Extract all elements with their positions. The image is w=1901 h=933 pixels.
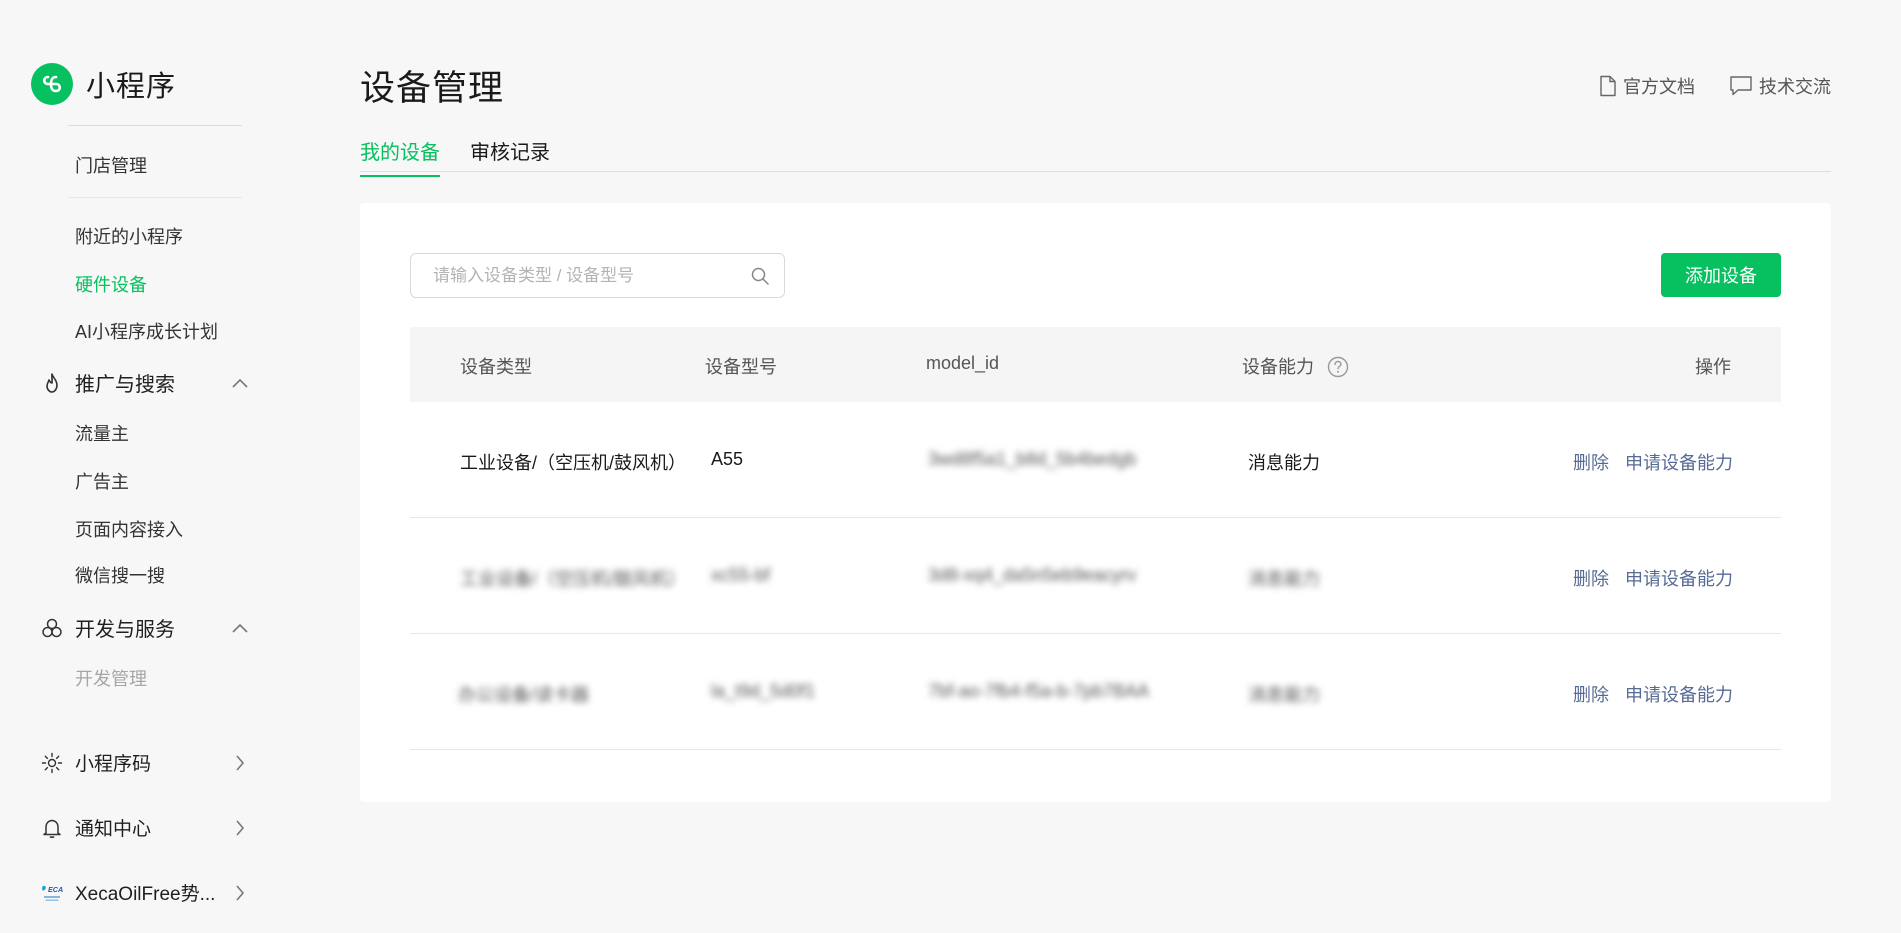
- header-links: 官方文档 技术交流: [1599, 73, 1831, 99]
- cell-device-type: 工业设备/（空压机/鼓风机）: [460, 453, 687, 473]
- delete-button[interactable]: 删除: [1573, 681, 1609, 707]
- column-header-type: 设备类型: [460, 357, 532, 377]
- chevron-up-icon: [230, 373, 250, 393]
- sidebar-item-label: 小程序码: [75, 754, 152, 775]
- apply-ability-button[interactable]: 申请设备能力: [1625, 449, 1733, 475]
- sidebar-item-ai-growth-plan[interactable]: AI小程序成长计划: [75, 318, 218, 344]
- tech-exchange-label: 技术交流: [1759, 77, 1831, 97]
- divider: [68, 197, 242, 198]
- sidebar-group-label: 推广与搜索: [75, 374, 175, 396]
- tab-bar: 我的设备 审核记录: [360, 136, 1831, 177]
- official-docs-label: 官方文档: [1623, 77, 1695, 97]
- cell-device-model: la_t9d_5d0f1: [711, 681, 816, 701]
- help-icon[interactable]: [1327, 356, 1349, 378]
- search-box: [410, 253, 785, 298]
- cell-model-id: 7bf-ao-7fb4-f5a-b-7pb7BAA: [928, 681, 1150, 701]
- cell-device-type: 工业设备/（空压机/鼓风机）: [460, 569, 687, 589]
- table-row: 工业设备/（空压机/鼓风机） A55 3wd8f5a1_b8d_5b4bedgb…: [410, 402, 1781, 518]
- column-header-model-id: model_id: [926, 353, 1000, 373]
- sidebar-group-label: 开发与服务: [75, 619, 175, 641]
- apply-ability-button[interactable]: 申请设备能力: [1625, 681, 1733, 707]
- chevron-right-icon: [230, 818, 250, 838]
- flame-icon: [40, 371, 64, 395]
- column-header-ability-label: 设备能力: [1242, 357, 1314, 377]
- chevron-up-icon: [230, 618, 250, 638]
- cell-model-id: 3d8-xq4_da5n5eb9eacyrv: [928, 565, 1137, 585]
- chevron-right-icon: [230, 883, 250, 903]
- page-title: 设备管理: [360, 69, 505, 108]
- document-icon: [1600, 75, 1616, 97]
- cell-device-ability: 消息能力: [1248, 685, 1320, 705]
- table-header: 设备类型 设备型号 model_id 设备能力 操作: [410, 327, 1781, 402]
- divider: [68, 125, 242, 126]
- sidebar: 小程序 门店管理 附近的小程序 硬件设备 AI小程序成长计划 推广与搜索 流量主…: [0, 0, 300, 933]
- cell-device-ability: 消息能力: [1248, 569, 1320, 589]
- svg-text:ECA: ECA: [48, 885, 63, 894]
- tech-exchange-link[interactable]: 技术交流: [1729, 73, 1831, 99]
- cell-model-id: 3wd8f5a1_b8d_5b4bedgb: [928, 449, 1137, 469]
- sidebar-item-label: XecaOilFree势...: [75, 884, 216, 905]
- apply-ability-button[interactable]: 申请设备能力: [1625, 565, 1733, 591]
- qrcode-sun-icon: [40, 751, 64, 775]
- sidebar-item-store-management[interactable]: 门店管理: [75, 152, 147, 178]
- chevron-right-icon: [230, 753, 250, 773]
- mini-program-logo-icon: [31, 63, 73, 105]
- device-table: 设备类型 设备型号 model_id 设备能力 操作 工业设备/（空压机/鼓风机…: [410, 327, 1781, 750]
- search-icon[interactable]: [750, 266, 770, 286]
- tab-my-devices[interactable]: 我的设备: [360, 136, 440, 177]
- sidebar-item-nearby-mini-programs[interactable]: 附近的小程序: [75, 223, 183, 249]
- account-logo-icon: ECA: [40, 881, 64, 905]
- sidebar-item-advertiser[interactable]: 广告主: [75, 468, 129, 494]
- sidebar-group-dev-services[interactable]: 开发与服务: [40, 613, 250, 642]
- sidebar-item-page-content-access[interactable]: 页面内容接入: [75, 516, 183, 542]
- sidebar-item-traffic-owner[interactable]: 流量主: [75, 420, 129, 446]
- sidebar-group-promotion-search[interactable]: 推广与搜索: [40, 368, 250, 397]
- column-header-actions: 操作: [1695, 357, 1731, 377]
- bell-icon: [40, 816, 64, 840]
- add-device-button[interactable]: 添加设备: [1661, 253, 1781, 297]
- sidebar-item-mini-program-code[interactable]: 小程序码: [40, 749, 250, 776]
- chat-icon: [1730, 76, 1752, 96]
- table-row: 工业设备/（空压机/鼓风机） xc55-bf 3d8-xq4_da5n5eb9e…: [410, 518, 1781, 634]
- column-header-model: 设备型号: [705, 357, 777, 377]
- sidebar-item-dev-management[interactable]: 开发管理: [75, 665, 147, 691]
- app-name: 小程序: [86, 71, 177, 103]
- circles-icon: [40, 616, 64, 640]
- sidebar-item-label: 通知中心: [75, 819, 152, 840]
- cell-device-model: A55: [711, 449, 744, 469]
- search-input[interactable]: [431, 254, 741, 297]
- sidebar-item-hardware-devices[interactable]: 硬件设备: [75, 271, 147, 297]
- column-header-ability: 设备能力: [1242, 353, 1349, 379]
- cell-device-type: 办公设备/读卡器: [458, 685, 590, 705]
- tab-review-records[interactable]: 审核记录: [470, 136, 550, 175]
- device-card: 添加设备 设备类型 设备型号 model_id 设备能力 操作 工业设备/（空压…: [360, 203, 1831, 802]
- cell-device-model: xc55-bf: [711, 565, 771, 585]
- table-row: 办公设备/读卡器 la_t9d_5d0f1 7bf-ao-7fb4-f5a-b-…: [410, 634, 1781, 750]
- sidebar-item-account[interactable]: ECA XecaOilFree势...: [40, 879, 250, 906]
- delete-button[interactable]: 删除: [1573, 565, 1609, 591]
- brand: 小程序: [31, 63, 176, 105]
- sidebar-item-notification-center[interactable]: 通知中心: [40, 814, 250, 841]
- cell-device-ability: 消息能力: [1248, 453, 1320, 473]
- official-docs-link[interactable]: 官方文档: [1599, 73, 1695, 99]
- delete-button[interactable]: 删除: [1573, 449, 1609, 475]
- sidebar-item-wechat-search[interactable]: 微信搜一搜: [75, 562, 165, 588]
